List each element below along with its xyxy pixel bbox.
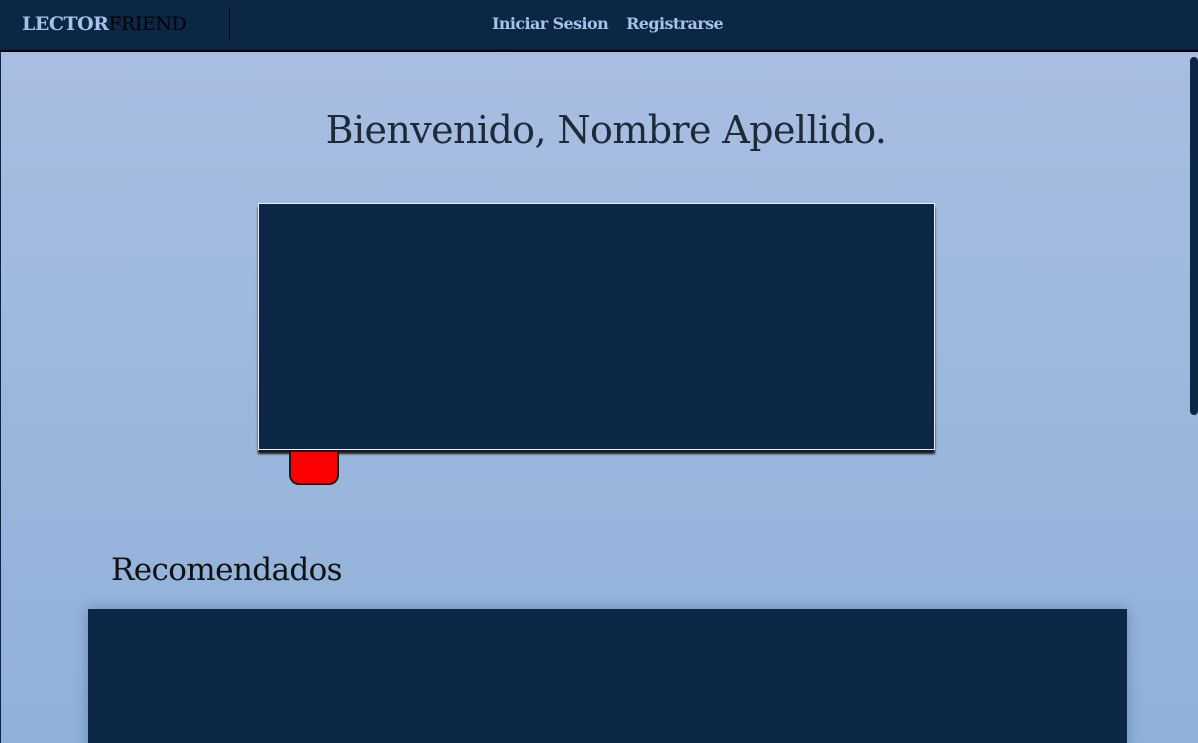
brand-text-friend: FRIEND: [108, 13, 187, 35]
register-link[interactable]: Registrarse: [626, 14, 724, 33]
brand-text-lector: LECTOR: [22, 13, 109, 35]
hero-panel: [258, 203, 935, 450]
scrollbar-thumb[interactable]: [1190, 57, 1198, 415]
recommended-panel: [88, 609, 1127, 743]
welcome-heading: Bienvenido, Nombre Apellido.: [325, 108, 887, 152]
main-content: Bienvenido, Nombre Apellido. Recomendado…: [0, 52, 1198, 743]
red-tab-button[interactable]: [289, 452, 339, 485]
top-navbar: LECTORFRIEND Iniciar Sesion Registrarse: [0, 0, 1198, 52]
brand-logo[interactable]: LECTORFRIEND: [22, 12, 187, 36]
brand-divider: [229, 9, 230, 39]
recommended-heading: Recomendados: [111, 552, 343, 588]
login-link[interactable]: Iniciar Sesion: [492, 14, 609, 33]
nav-links: Iniciar Sesion Registrarse: [492, 14, 724, 33]
